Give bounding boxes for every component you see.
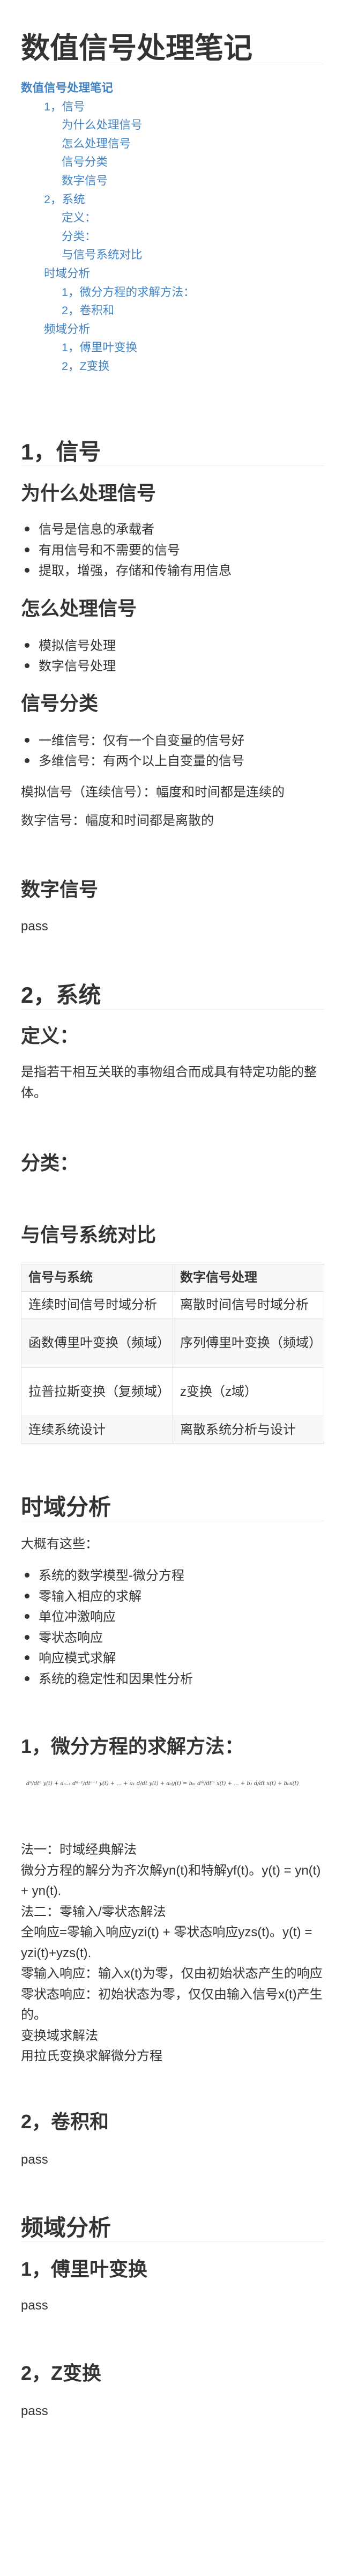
paragraph-intro: 大概有这些： xyxy=(21,1537,98,1551)
heading-why: 为什么处理信号 xyxy=(21,482,156,504)
toc-link[interactable]: 为什么处理信号 xyxy=(62,116,143,134)
divider xyxy=(21,2241,324,2242)
list-item: 系统的数学模型-微分方程 xyxy=(21,1566,184,1586)
ode-paragraph: 法一：时域经典解法微分方程的解分为齐次解yn(t)和特解yf(t)。y(t) =… xyxy=(21,1840,324,2067)
heading-how: 怎么处理信号 xyxy=(21,597,137,619)
text-line: 全响应=零输入响应yzi(t) + 零状态响应yzs(t)。y(t) = yzi… xyxy=(21,1925,312,1960)
list-item: 信号是信息的承载者 xyxy=(21,520,154,540)
text-line: 变换域求解法 xyxy=(21,2028,98,2043)
table-row: 拉普拉斯变换（复频域） z变换（z域） xyxy=(21,1367,324,1416)
table-row: 连续时间信号时域分析 离散时间信号时域分析 xyxy=(21,1291,324,1319)
paragraph-pass: pass xyxy=(21,2404,48,2418)
text-line: 零状态响应：初始状态为零，仅仅由输入信号x(t)产生的。 xyxy=(21,1987,323,2023)
toc-link[interactable]: 2，Z变换 xyxy=(62,357,110,375)
toc-link[interactable]: 定义： xyxy=(62,209,96,227)
paragraph-analog: 模拟信号（连续信号）：幅度和时间都是连续的 xyxy=(21,785,285,800)
table-cell: 连续时间信号时域分析 xyxy=(21,1291,173,1319)
list-item: 零输入相应的求解 xyxy=(21,1587,141,1607)
table-header: 信号与系统 xyxy=(21,1264,173,1292)
heading-classify: 信号分类 xyxy=(21,692,99,714)
toc-link[interactable]: 2，卷积和 xyxy=(62,301,114,320)
table-row: 函数傅里叶变换（频域） 序列傅里叶变换（频域） xyxy=(21,1319,324,1368)
table-cell: 函数傅里叶变换（频域） xyxy=(21,1319,173,1368)
toc-link[interactable]: 1，信号 xyxy=(44,98,85,116)
toc-link[interactable]: 时域分析 xyxy=(44,264,90,283)
ode-formula-image: dⁿ/dtⁿ y(t) + aₙ₋₁ dⁿ⁻¹/dtⁿ⁻¹ y(t) + ...… xyxy=(26,1781,299,1787)
divider xyxy=(21,465,324,466)
list-item: 数字信号处理 xyxy=(21,656,116,677)
heading-ode: 1，微分方程的求解方法： xyxy=(21,1735,244,1757)
heading-system: 2，系统 xyxy=(21,982,101,1008)
paragraph-pass: pass xyxy=(21,919,48,934)
toc-link[interactable]: 分类： xyxy=(62,227,96,246)
table-cell: 序列傅里叶变换（频域） xyxy=(173,1319,324,1368)
table-header: 数字信号处理 xyxy=(173,1264,324,1292)
table-row: 连续系统设计 离散系统分析与设计 xyxy=(21,1416,324,1444)
heading-signal: 1，信号 xyxy=(21,439,101,464)
list-item: 多维信号：有两个以上自变量的信号 xyxy=(21,751,244,772)
paragraph-digital: 数字信号：幅度和时间都是离散的 xyxy=(21,813,214,828)
heading-time-domain: 时域分析 xyxy=(21,1494,111,1520)
toc-link[interactable]: 数值信号处理笔记 xyxy=(21,79,113,97)
comparison-table: 信号与系统 数字信号处理 连续时间信号时域分析 离散时间信号时域分析 函数傅里叶… xyxy=(21,1264,324,1444)
heading-fourier: 1，傅里叶变换 xyxy=(21,2258,148,2280)
list-item: 有用信号和不需要的信号 xyxy=(21,541,180,561)
list-item: 一维信号：仅有一个自变量的信号好 xyxy=(21,731,244,751)
heading-freq-domain: 频域分析 xyxy=(21,2215,111,2240)
toc-link[interactable]: 1，微分方程的求解方法： xyxy=(62,283,195,301)
divider xyxy=(21,1009,324,1010)
page-title: 数值信号处理笔记 xyxy=(21,32,252,64)
heading-z-transform: 2，Z变换 xyxy=(21,2362,102,2384)
heading-compare: 与信号系统对比 xyxy=(21,1224,156,1246)
paragraph-pass: pass xyxy=(21,2298,48,2313)
list-item: 响应模式求解 xyxy=(21,1648,116,1669)
text-line: 法一：时域经典解法 xyxy=(21,1842,137,1857)
toc-link[interactable]: 怎么处理信号 xyxy=(62,135,131,153)
heading-convolution: 2，卷积和 xyxy=(21,2111,109,2133)
toc-link[interactable]: 信号分类 xyxy=(62,153,108,171)
heading-definition: 定义： xyxy=(21,1025,79,1047)
table-cell: 连续系统设计 xyxy=(21,1416,173,1444)
paragraph-definition: 是指若干相互关联的事物组合而成具有特定功能的整体。 xyxy=(21,1065,317,1100)
toc-link[interactable]: 2，系统 xyxy=(44,190,85,209)
table-cell: 离散系统分析与设计 xyxy=(173,1416,324,1444)
toc-link[interactable]: 频域分析 xyxy=(44,320,90,338)
toc-link[interactable]: 数字信号 xyxy=(62,172,108,190)
paragraph-pass: pass xyxy=(21,2152,48,2167)
table-cell: 离散时间信号时域分析 xyxy=(173,1291,324,1319)
table-cell: 拉普拉斯变换（复频域） xyxy=(21,1367,173,1416)
text-line: 微分方程的解分为齐次解yn(t)和特解yf(t)。y(t) = yn(t) + … xyxy=(21,1863,321,1899)
list-item: 零状态响应 xyxy=(21,1628,103,1648)
list-item: 提取，增强，存储和传输有用信息 xyxy=(21,561,232,581)
list-item: 系统的稳定性和因果性分析 xyxy=(21,1669,193,1690)
text-line: 用拉氏变换求解微分方程 xyxy=(21,2049,162,2063)
table-cell: z变换（z域） xyxy=(173,1367,324,1416)
text-line: 零输入响应：输入x(t)为零，仅由初始状态产生的响应 xyxy=(21,1966,323,1981)
toc-link[interactable]: 1，傅里叶变换 xyxy=(62,338,137,357)
list-item: 模拟信号处理 xyxy=(21,636,116,656)
table-header-row: 信号与系统 数字信号处理 xyxy=(21,1264,324,1292)
toc-link[interactable]: 与信号系统对比 xyxy=(62,246,143,264)
text-line: 法二：零输入/零状态解法 xyxy=(21,1904,166,1919)
heading-digital-signal: 数字信号 xyxy=(21,878,99,900)
list-item: 单位冲激响应 xyxy=(21,1607,116,1627)
heading-system-classify: 分类： xyxy=(21,1152,79,1174)
